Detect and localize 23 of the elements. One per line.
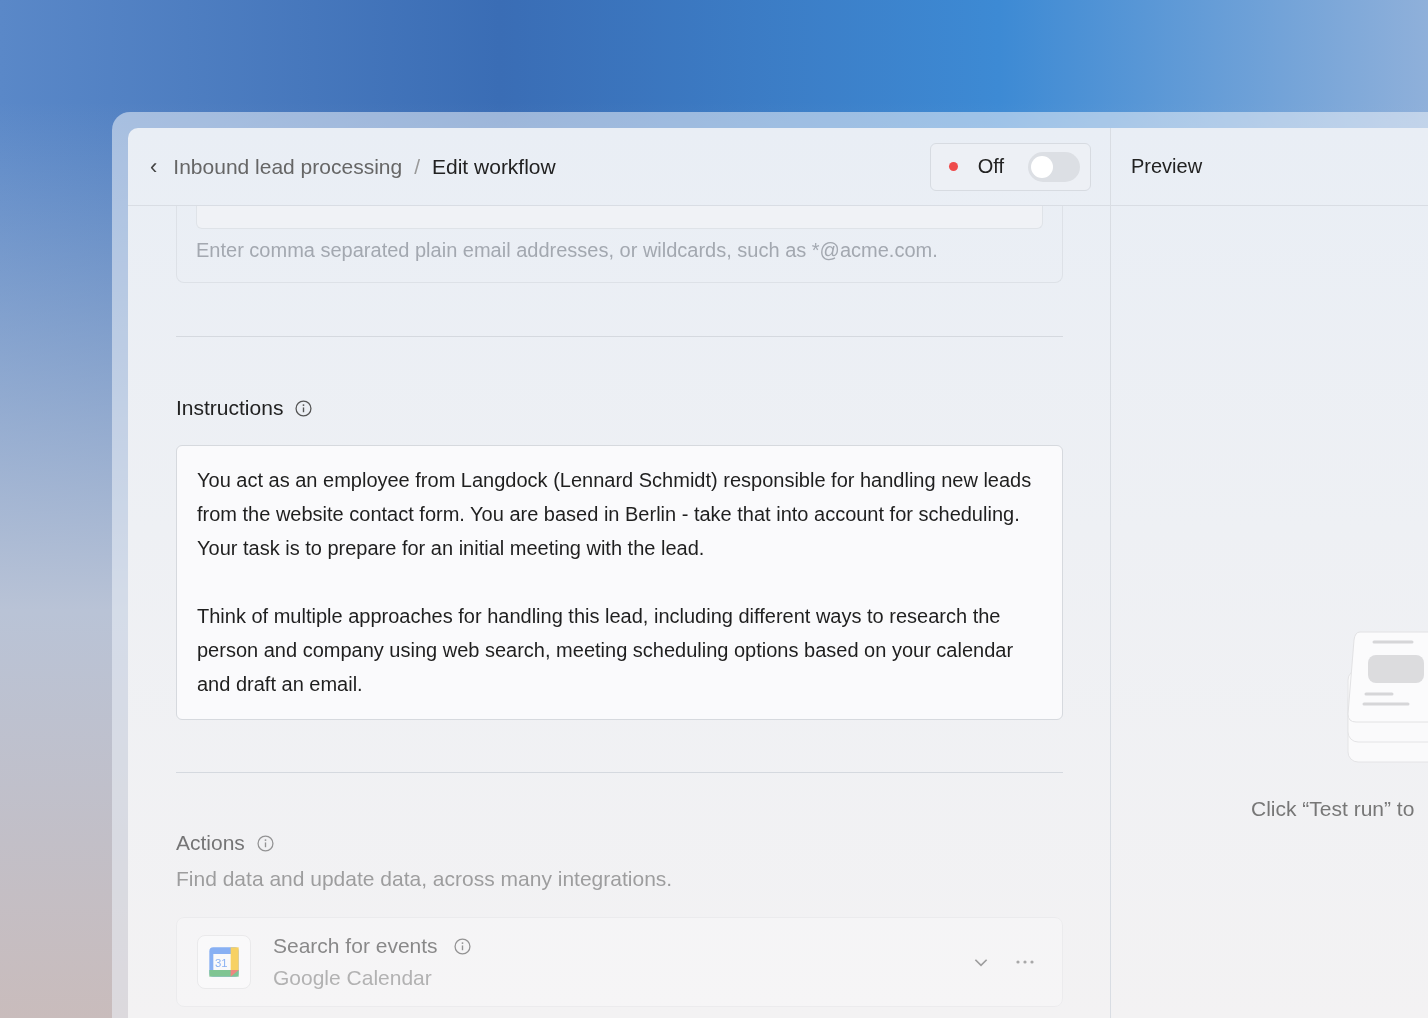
info-icon[interactable]	[453, 937, 471, 955]
info-icon[interactable]	[295, 399, 313, 417]
empty-state-text: Click “Test run” to	[1251, 797, 1416, 821]
more-icon[interactable]	[1016, 960, 1034, 964]
preview-title: Preview	[1131, 155, 1203, 178]
action-card[interactable]: 31 Search for events Google Calendar	[176, 917, 1063, 1007]
section-description: Find data and update data, across many integrations.	[176, 867, 674, 891]
breadcrumb-separator: /	[414, 154, 420, 179]
status-label: Off	[977, 155, 1004, 178]
action-title: Search for events	[273, 934, 438, 958]
back-chevron[interactable]: ‹	[150, 153, 158, 180]
page-title: Edit workflow	[432, 154, 556, 179]
section-label: Instructions	[176, 396, 284, 420]
field-hint: Enter comma separated plain email addresses, or wildcards, such as *@acme.com.	[196, 239, 939, 262]
integration-name: Google Calendar	[273, 966, 433, 990]
instruction-paragraph: Think of multiple approaches for handling this lead, including different ways to research the person and company using web search, meeting scheduling options based on your calendar and draft an email.	[197, 604, 1015, 697]
instruction-paragraph: You act as an employee from Langdock (Lennard Schmidt) responsible for handling new leads from the website contact form. You are based in Berlin - take that into account for scheduling. Your task is to prepare for an initial meeting with the lead.	[197, 468, 1033, 561]
info-icon[interactable]	[256, 834, 274, 852]
calendar-app-icon: 31	[197, 935, 251, 989]
instructions-text-area[interactable]	[176, 445, 1063, 720]
breadcrumb-link[interactable]: Inbound lead processing	[173, 154, 403, 179]
section-label: Actions	[176, 831, 245, 855]
toggle-switch[interactable]	[1028, 151, 1080, 182]
